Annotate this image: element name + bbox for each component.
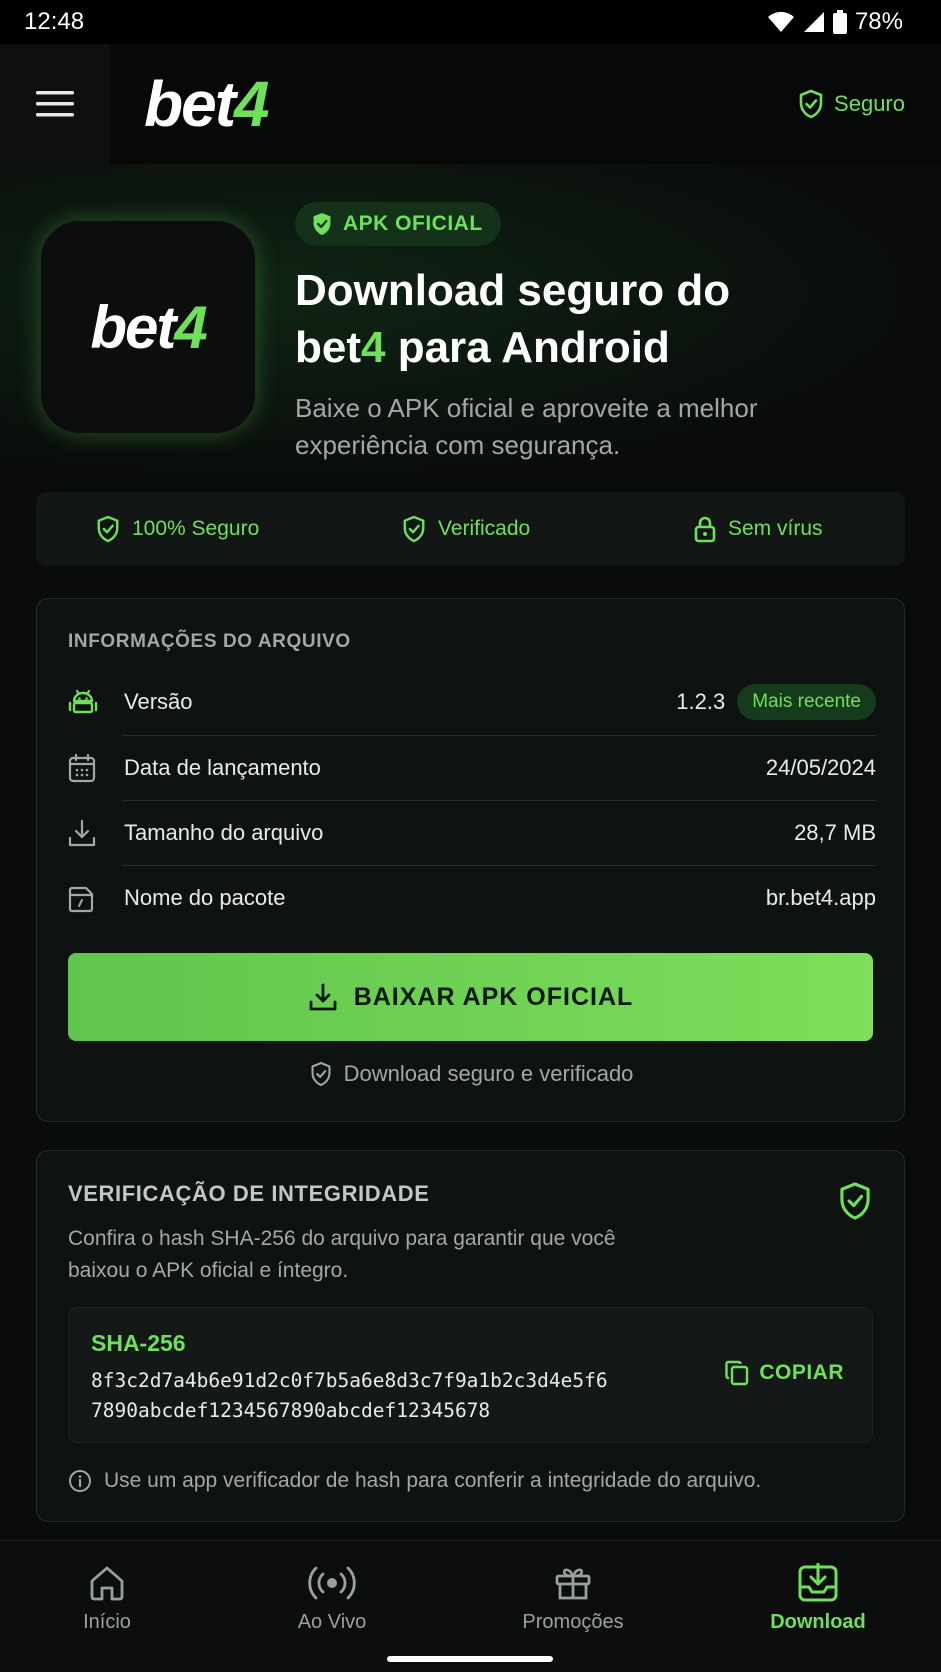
secure-label: Seguro xyxy=(834,91,905,116)
download-icon xyxy=(68,819,96,846)
nav-item-inicio[interactable]: Início xyxy=(27,1563,187,1634)
status-icons: 78% xyxy=(767,8,903,36)
shield-check-icon xyxy=(313,213,331,235)
integrity-description: Confira o hash SHA-256 do arquivo para g… xyxy=(68,1227,616,1282)
integrity-card: VERIFICAÇÃO DE INTEGRIDADE Confira o has… xyxy=(36,1150,905,1522)
signal-icon xyxy=(803,12,824,32)
bottom-nav: Início Ao Vivo Promoções Download xyxy=(0,1540,941,1672)
page-subtitle: Baixe o APK oficial e aproveite a melhor… xyxy=(295,393,758,460)
android-icon xyxy=(68,689,98,713)
shield-check-icon xyxy=(97,515,119,543)
nav-item-download[interactable]: Download xyxy=(738,1563,898,1634)
lock-icon xyxy=(694,516,716,543)
brand-logo[interactable]: bet4 xyxy=(144,67,270,141)
trust-item-secure: 100% Seguro xyxy=(96,515,259,543)
battery-icon xyxy=(832,10,847,34)
trust-bar: 100% Seguro Verificado Sem vírus xyxy=(36,492,905,566)
hash-label: SHA-256 xyxy=(91,1330,186,1356)
shield-check-icon xyxy=(311,1061,331,1087)
status-bar: 12:48 78% xyxy=(0,0,941,44)
info-row-file-size: Tamanho do arquivo 28,7 MB xyxy=(68,800,876,865)
hero-section: bet4 APK OFICIAL Download seguro do bet4… xyxy=(0,164,941,484)
hamburger-icon xyxy=(36,91,74,117)
page-title: Download seguro do bet4 para Android xyxy=(295,266,731,372)
file-info-card: INFORMAÇÕES DO ARQUIVO Versão 1.2.3 Mais… xyxy=(36,598,905,1122)
menu-button[interactable] xyxy=(0,44,110,164)
nav-item-promocoes[interactable]: Promoções xyxy=(493,1563,653,1634)
wifi-icon xyxy=(767,11,794,32)
home-indicator xyxy=(387,1656,553,1662)
download-tray-icon xyxy=(798,1563,838,1602)
info-value: br.bet4.app xyxy=(765,884,876,910)
hash-box: SHA-256 8f3c2d7a4b6e91d2c0f7b5a6e8d3c7f9… xyxy=(68,1307,873,1443)
app-header: bet4 Seguro xyxy=(0,44,941,164)
copy-icon xyxy=(725,1360,749,1386)
trust-item-verified: Verificado xyxy=(402,515,530,543)
shield-check-icon xyxy=(840,1182,870,1220)
info-label: Versão xyxy=(124,688,193,714)
file-info-heading: INFORMAÇÕES DO ARQUIVO xyxy=(68,631,351,652)
info-value: 1.2.3 xyxy=(676,688,726,714)
app-icon-logo: bet4 xyxy=(90,293,207,361)
shield-check-icon xyxy=(799,89,823,119)
integrity-heading: VERIFICAÇÃO DE INTEGRIDADE xyxy=(68,1181,430,1206)
info-label: Data de lançamento xyxy=(124,754,321,780)
secure-download-note: Download seguro e verificado xyxy=(37,1061,906,1087)
app-icon: bet4 xyxy=(40,220,256,434)
hash-hint: Use um app verificador de hash para conf… xyxy=(68,1469,761,1493)
download-button-label: BAIXAR APK OFICIAL xyxy=(353,982,634,1011)
latest-badge: Mais recente xyxy=(737,683,876,720)
download-icon xyxy=(309,983,337,1011)
info-row-package-name: Nome do pacote br.bet4.app xyxy=(68,865,876,930)
calendar-icon xyxy=(68,753,96,782)
secure-indicator: Seguro xyxy=(798,89,905,119)
apk-badge-label: APK OFICIAL xyxy=(343,212,483,235)
shield-check-icon xyxy=(403,515,425,543)
copy-hash-button[interactable]: COPIAR xyxy=(725,1360,844,1386)
gift-icon xyxy=(555,1568,591,1600)
apk-official-badge: APK OFICIAL xyxy=(295,202,501,246)
info-row-release-date: Data de lançamento 24/05/2024 xyxy=(68,735,876,800)
info-row-version: Versão 1.2.3 Mais recente xyxy=(68,669,876,734)
package-icon xyxy=(68,886,94,912)
info-label: Nome do pacote xyxy=(124,884,286,910)
info-icon xyxy=(69,1470,91,1492)
hash-value[interactable]: 8f3c2d7a4b6e91d2c0f7b5a6e8d3c7f9a1b2c3d4… xyxy=(91,1366,671,1426)
live-broadcast-icon xyxy=(308,1566,356,1600)
info-value: 24/05/2024 xyxy=(765,754,876,780)
download-apk-button[interactable]: BAIXAR APK OFICIAL xyxy=(68,953,873,1041)
home-icon xyxy=(90,1566,124,1601)
status-time: 12:48 xyxy=(24,8,85,35)
info-label: Tamanho do arquivo xyxy=(124,819,324,845)
battery-percent: 78% xyxy=(854,8,903,35)
nav-item-ao-vivo[interactable]: Ao Vivo xyxy=(252,1563,412,1634)
info-value: 28,7 MB xyxy=(794,819,876,845)
trust-item-no-virus: Sem vírus xyxy=(694,515,823,543)
